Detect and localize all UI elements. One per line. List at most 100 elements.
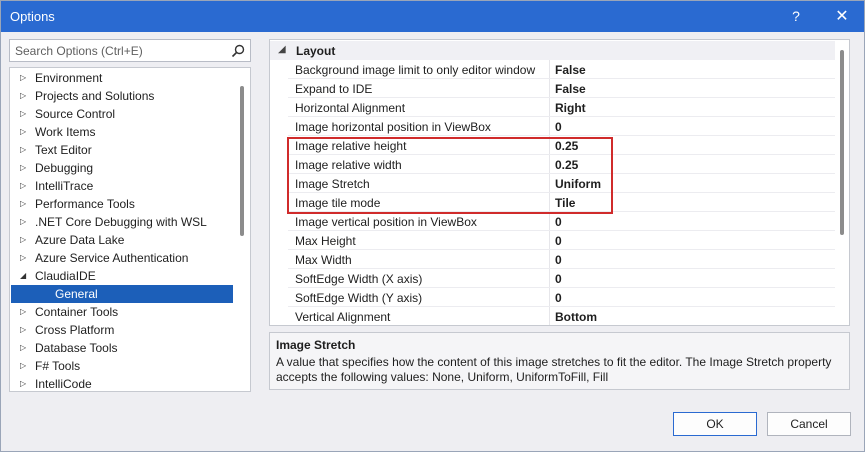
tree-item[interactable]: ▷ Work Items — [11, 123, 233, 141]
property-row[interactable]: Image vertical position in ViewBox 0 — [288, 212, 835, 231]
expanded-arrow-icon[interactable]: ◢ — [20, 267, 30, 285]
section-label: Layout — [296, 44, 336, 58]
property-name: Background image limit to only editor wi… — [295, 63, 536, 77]
tree-item[interactable]: ◢ ClaudiaIDE — [11, 267, 233, 285]
expand-arrow-icon[interactable]: ▷ — [20, 303, 30, 321]
property-value[interactable]: Tile — [555, 196, 575, 210]
expand-arrow-icon[interactable]: ▷ — [20, 87, 30, 105]
expand-arrow-icon[interactable]: ▷ — [20, 375, 30, 391]
property-row[interactable]: Image relative width 0.25 — [288, 155, 835, 174]
expand-arrow-icon[interactable]: ▷ — [20, 249, 30, 267]
property-row[interactable]: Expand to IDE False — [288, 79, 835, 98]
tree-item[interactable]: ▷ Source Control — [11, 105, 233, 123]
tree-item[interactable]: General — [11, 285, 233, 303]
expand-arrow-icon[interactable]: ▷ — [20, 141, 30, 159]
search-input[interactable]: Search Options (Ctrl+E) — [9, 39, 251, 62]
property-value[interactable]: 0.25 — [555, 158, 578, 172]
property-row[interactable]: SoftEdge Width (X axis) 0 — [288, 269, 835, 288]
tree-item[interactable]: ▷ Debugging — [11, 159, 233, 177]
description-text: A value that specifies how the content o… — [276, 355, 832, 384]
tree-item-label: Projects and Solutions — [35, 89, 155, 103]
property-value[interactable]: 0 — [555, 215, 562, 229]
expand-arrow-icon[interactable]: ▷ — [20, 231, 30, 249]
tree-item[interactable]: ▷ Performance Tools — [11, 195, 233, 213]
expand-arrow-icon[interactable]: ▷ — [20, 123, 30, 141]
options-tree[interactable]: ▷ Environment ▷ Projects and Solutions ▷ Sour… — [9, 67, 251, 392]
property-value[interactable]: 0 — [555, 253, 562, 267]
tree-item-label: Container Tools — [35, 305, 119, 319]
property-value[interactable]: 0 — [555, 272, 562, 286]
property-row[interactable]: Background image limit to only editor wi… — [288, 60, 835, 79]
tree-item[interactable]: ▷ IntelliTrace — [11, 177, 233, 195]
tree-item-label: Azure Data Lake — [35, 233, 125, 247]
tree-scrollbar-thumb[interactable] — [240, 86, 244, 236]
tree-item-label: Text Editor — [35, 143, 92, 157]
property-row[interactable]: Vertical Alignment Bottom — [288, 307, 835, 325]
property-grid[interactable]: ◢ Layout Background image limit to only … — [269, 39, 850, 326]
property-value[interactable]: Right — [555, 101, 586, 115]
help-button[interactable]: ? — [774, 1, 818, 32]
tree-item[interactable]: ▷ IntelliCode — [11, 375, 233, 391]
tree-item[interactable]: ▷ Azure Service Authentication — [11, 249, 233, 267]
property-name: SoftEdge Width (Y axis) — [295, 291, 423, 305]
tree-item-label: General — [55, 287, 98, 301]
property-row[interactable]: Image relative height 0.25 — [288, 136, 835, 155]
expand-arrow-icon[interactable]: ▷ — [20, 69, 30, 87]
expand-arrow-icon[interactable]: ▷ — [20, 177, 30, 195]
search-icon[interactable] — [230, 43, 246, 59]
tree-item-label: IntelliTrace — [35, 179, 94, 193]
property-value[interactable]: False — [555, 63, 586, 77]
property-name: SoftEdge Width (X axis) — [295, 272, 423, 286]
tree-item-label: .NET Core Debugging with WSL — [35, 215, 207, 229]
close-button[interactable]: ✕ — [820, 1, 864, 32]
tree-item[interactable]: ▷ Text Editor — [11, 141, 233, 159]
property-value[interactable]: 0 — [555, 120, 562, 134]
tree-item-label: ClaudiaIDE — [35, 269, 96, 283]
tree-item[interactable]: ▷ Projects and Solutions — [11, 87, 233, 105]
title-bar: Options ? ✕ — [1, 1, 864, 32]
tree-item[interactable]: ▷ Container Tools — [11, 303, 233, 321]
tree-item-label: F# Tools — [35, 359, 81, 373]
property-row[interactable]: Max Height 0 — [288, 231, 835, 250]
property-name: Image horizontal position in ViewBox — [295, 120, 491, 134]
tree-item-label: Work Items — [35, 125, 96, 139]
collapse-arrow-icon[interactable]: ◢ — [278, 44, 286, 55]
expand-arrow-icon[interactable]: ▷ — [20, 357, 30, 375]
property-row[interactable]: Horizontal Alignment Right — [288, 98, 835, 117]
expand-arrow-icon[interactable]: ▷ — [20, 195, 30, 213]
expand-arrow-icon[interactable]: ▷ — [20, 159, 30, 177]
property-row[interactable]: SoftEdge Width (Y axis) 0 — [288, 288, 835, 307]
property-value[interactable]: Uniform — [555, 177, 601, 191]
tree-item-label: Cross Platform — [35, 323, 115, 337]
property-value[interactable]: 0.25 — [555, 139, 578, 153]
property-value[interactable]: Bottom — [555, 310, 597, 324]
search-placeholder: Search Options (Ctrl+E) — [15, 44, 143, 58]
property-row[interactable]: Image Stretch Uniform — [288, 174, 835, 193]
options-dialog: Options ? ✕ Search Options (Ctrl+E) ▷ Env… — [0, 0, 865, 452]
ok-button[interactable]: OK — [673, 412, 757, 436]
tree-item[interactable]: ▷ Environment — [11, 69, 233, 87]
tree-item[interactable]: ▷ Azure Data Lake — [11, 231, 233, 249]
property-name: Horizontal Alignment — [295, 101, 406, 115]
expand-arrow-icon[interactable]: ▷ — [20, 213, 30, 231]
section-layout[interactable]: ◢ Layout — [270, 41, 835, 60]
property-value[interactable]: 0 — [555, 291, 562, 305]
property-value[interactable]: False — [555, 82, 586, 96]
expand-arrow-icon[interactable]: ▷ — [20, 339, 30, 357]
expand-arrow-icon[interactable]: ▷ — [20, 105, 30, 123]
property-row[interactable]: Image tile mode Tile — [288, 193, 835, 212]
property-name: Image vertical position in ViewBox — [295, 215, 477, 229]
property-row[interactable]: Max Width 0 — [288, 250, 835, 269]
tree-item-label: Environment — [35, 71, 103, 85]
property-name: Image Stretch — [295, 177, 370, 191]
property-value[interactable]: 0 — [555, 234, 562, 248]
grid-scrollbar-thumb[interactable] — [840, 50, 844, 235]
tree-item-label: Database Tools — [35, 341, 118, 355]
tree-item[interactable]: ▷ .NET Core Debugging with WSL — [11, 213, 233, 231]
cancel-button[interactable]: Cancel — [767, 412, 851, 436]
tree-item[interactable]: ▷ F# Tools — [11, 357, 233, 375]
expand-arrow-icon[interactable]: ▷ — [20, 321, 30, 339]
tree-item[interactable]: ▷ Cross Platform — [11, 321, 233, 339]
property-row[interactable]: Image horizontal position in ViewBox 0 — [288, 117, 835, 136]
tree-item[interactable]: ▷ Database Tools — [11, 339, 233, 357]
